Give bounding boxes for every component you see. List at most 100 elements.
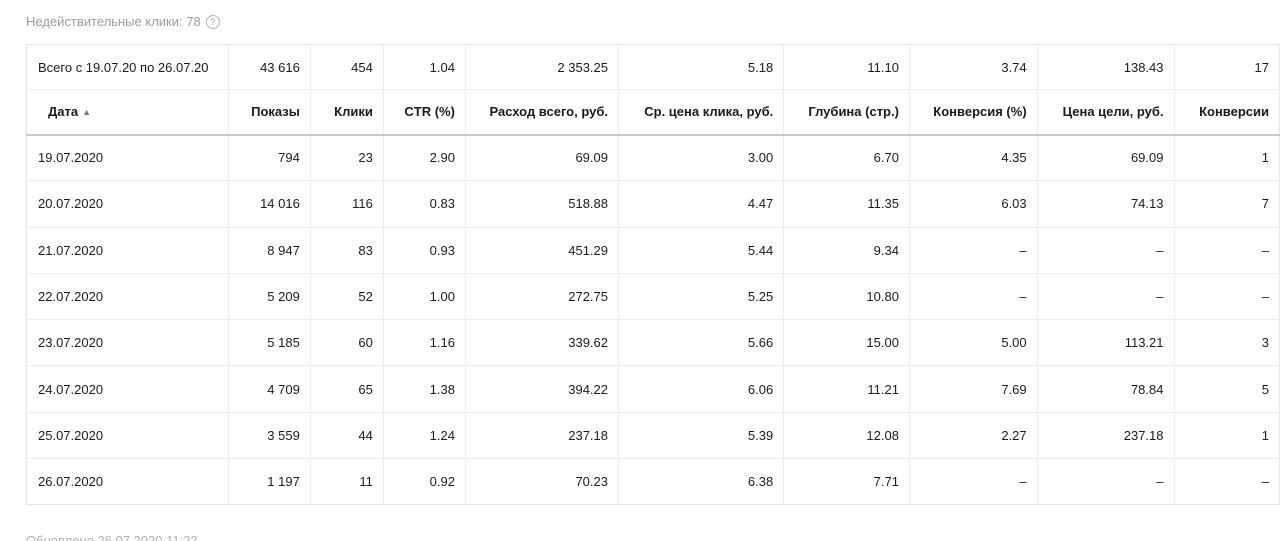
cell-clicks: 83 [309,227,384,274]
column-header-goal-cost[interactable]: Цена цели, руб. [1036,89,1174,136]
cell-depth: 9.34 [783,227,910,274]
cell-depth: 11.35 [783,180,910,228]
question-circle-icon[interactable]: ? [205,15,220,29]
cell-conversions: 5 [1173,365,1280,413]
cell-date: 23.07.2020 [26,319,229,367]
cell-conversions: – [1173,273,1280,321]
cell-spend: 69.09 [464,134,619,182]
column-header-impressions[interactable]: Показы [227,89,311,136]
cell-avg-cpc: 5.25 [617,273,784,321]
cell-conversion-rate: – [908,273,1038,321]
cell-conversions: 1 [1173,412,1280,460]
cell-clicks: 60 [309,319,384,367]
cell-date: 24.07.2020 [26,365,229,413]
invalid-clicks-info: Недействительные клики: 78 ? [26,12,220,32]
cell-ctr: 0.83 [382,180,466,228]
cell-date: 25.07.2020 [26,412,229,460]
total-ctr: 1.04 [382,44,466,90]
cell-goal-cost: 74.13 [1036,180,1174,228]
cell-conversions: 7 [1173,180,1280,228]
cell-conversion-rate: 7.69 [908,365,1038,413]
total-depth: 11.10 [783,44,910,90]
column-header-clicks[interactable]: Клики [309,89,384,136]
table-header-row: Дата ▲ Показы Клики CTR (%) Расход всего,… [26,89,1280,136]
total-spend: 2 353.25 [464,44,619,90]
cell-spend: 70.23 [464,458,619,506]
cell-ctr: 1.00 [382,273,466,321]
cell-spend: 518.88 [464,180,619,228]
table-row: 22.07.2020 5 209 52 1.00 272.75 5.25 10.80– – – [26,273,1280,321]
cell-conversion-rate: 2.27 [908,412,1038,460]
cell-ctr: 1.38 [382,365,466,413]
cell-clicks: 52 [309,273,384,321]
cell-date: 20.07.2020 [26,180,229,228]
table-body: 19.07.2020 794 23 2.90 69.09 3.00 6.70 4.35 69.0… [26,134,1280,506]
column-header-avg-cpc[interactable]: Ср. цена клика, руб. [617,89,784,136]
cell-goal-cost: 69.09 [1036,134,1174,182]
cell-conversions: – [1173,227,1280,274]
cell-impressions: 1 197 [227,458,311,506]
column-header-ctr[interactable]: CTR (%) [382,89,466,136]
cell-conversion-rate: – [908,227,1038,274]
statistics-table: Всего с 19.07.20 по 26.07.20 43 616 454 … [26,44,1280,506]
table-row: 23.07.2020 5 185 60 1.16 339.62 5.66 15.00 5.00… [26,319,1280,367]
cell-spend: 339.62 [464,319,619,367]
cell-date: 21.07.2020 [26,227,229,274]
cell-spend: 237.18 [464,412,619,460]
cell-conversions: 3 [1173,319,1280,367]
cell-depth: 12.08 [783,412,910,460]
cell-conversion-rate: 6.03 [908,180,1038,228]
total-conversions: 17 [1173,44,1280,90]
table-row: 26.07.2020 1 197 11 0.92 70.23 6.38 7.71– – – [26,458,1280,506]
table-row: 25.07.2020 3 559 44 1.24 237.18 5.39 12.08 2.27… [26,412,1280,460]
cell-avg-cpc: 6.38 [617,458,784,506]
cell-date: 19.07.2020 [26,134,229,182]
cell-goal-cost: – [1036,458,1174,506]
cell-goal-cost: 113.21 [1036,319,1174,367]
column-header-conversions[interactable]: Конверсии [1173,89,1280,136]
sort-ascending-icon: ▲ [82,107,92,118]
cell-impressions: 5 209 [227,273,311,321]
cell-spend: 272.75 [464,273,619,321]
total-clicks: 454 [309,44,384,90]
cell-clicks: 23 [309,134,384,182]
cell-goal-cost: – [1036,273,1174,321]
cell-impressions: 8 947 [227,227,311,274]
table-row: 19.07.2020 794 23 2.90 69.09 3.00 6.70 4.35 69.0… [26,134,1280,182]
cell-conversions: – [1173,458,1280,506]
cell-goal-cost: 78.84 [1036,365,1174,413]
cell-clicks: 116 [309,180,384,228]
statistics-page: Недействительные клики: 78 ? Всего с 19.… [0,0,1280,541]
cell-impressions: 5 185 [227,319,311,367]
total-impressions: 43 616 [227,44,311,90]
cell-spend: 451.29 [464,227,619,274]
column-header-date[interactable]: Дата ▲ [26,89,229,136]
cell-ctr: 0.92 [382,458,466,506]
table-row: 21.07.2020 8 947 83 0.93 451.29 5.44 9.34– – – [26,227,1280,274]
cell-avg-cpc: 6.06 [617,365,784,413]
statistics-table-container: Всего с 19.07.20 по 26.07.20 43 616 454 … [26,44,1280,506]
cell-avg-cpc: 4.47 [617,180,784,228]
column-header-date-label: Дата [48,104,79,120]
cell-conversion-rate: 4.35 [908,134,1038,182]
column-header-depth[interactable]: Глубина (стр.) [783,89,910,136]
cell-ctr: 0.93 [382,227,466,274]
cell-impressions: 4 709 [227,365,311,413]
column-header-conversion-rate[interactable]: Конверсия (%) [908,89,1038,136]
total-label: Всего с 19.07.20 по 26.07.20 [26,44,229,90]
column-header-spend[interactable]: Расход всего, руб. [464,89,619,136]
cell-clicks: 11 [309,458,384,506]
cell-avg-cpc: 5.66 [617,319,784,367]
table-row: 20.07.2020 14 016 116 0.83 518.88 4.47 11.35 6.… [26,180,1280,228]
cell-conversions: 1 [1173,134,1280,182]
cell-depth: 6.70 [783,134,910,182]
cell-depth: 10.80 [783,273,910,321]
cell-date: 26.07.2020 [26,458,229,506]
total-avg-cpc: 5.18 [617,44,784,90]
cell-goal-cost: 237.18 [1036,412,1174,460]
total-conversion-rate: 3.74 [908,44,1038,90]
cell-ctr: 1.24 [382,412,466,460]
cell-depth: 11.21 [783,365,910,413]
total-goal-cost: 138.43 [1036,44,1174,90]
cell-avg-cpc: 5.39 [617,412,784,460]
